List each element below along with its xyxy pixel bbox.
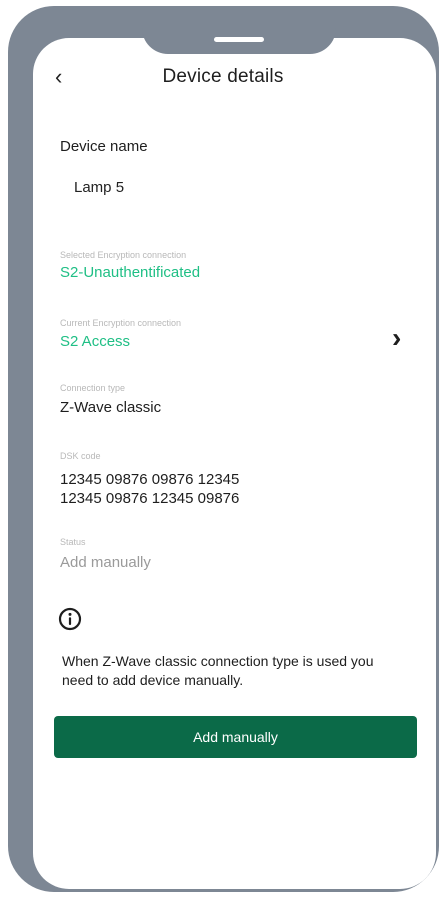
manual-add-note: When Z-Wave classic connection type is u… — [62, 653, 374, 688]
phone-notch — [142, 6, 336, 54]
encryption-label: Selected Encryption connection — [60, 250, 187, 260]
add-manually-button[interactable]: Add manually — [54, 716, 417, 758]
notch-speaker — [214, 37, 264, 42]
page-title: Device details — [162, 66, 284, 87]
access-value[interactable]: S2 Access — [60, 333, 130, 350]
device-name-heading: Device name — [60, 138, 148, 155]
dsk-line-2: 12345 09876 12345 09876 — [60, 490, 240, 507]
dsk-label: DSK code — [60, 451, 101, 461]
info-icon — [58, 607, 82, 631]
app-screen — [33, 38, 436, 889]
dsk-line-1: 12345 09876 09876 12345 — [60, 471, 240, 488]
app-header: ‹ Device details — [33, 60, 413, 94]
device-name-input[interactable] — [60, 170, 416, 204]
connection-type-value: Z-Wave classic — [60, 399, 162, 416]
encryption-value: S2-Unauthentificated — [60, 264, 201, 281]
status-value: Add manually — [60, 554, 151, 571]
chevron-right-icon[interactable]: › — [392, 322, 401, 354]
connection-type-label: Connection type — [60, 383, 126, 393]
status-label: Status — [60, 537, 86, 547]
access-label: Current Encryption connection — [60, 318, 182, 328]
dsk-code: 12345 09876 09876 12345 12345 09876 1234… — [60, 470, 239, 508]
